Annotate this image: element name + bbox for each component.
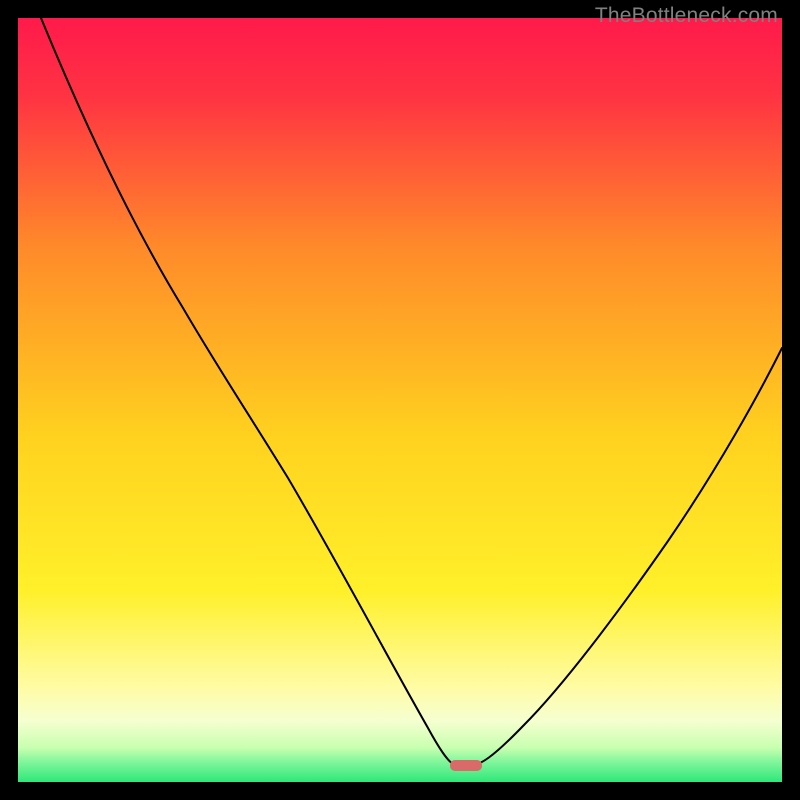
chart-frame [18,18,782,782]
gradient-background [18,18,782,782]
optimal-marker [450,760,482,771]
bottleneck-plot [18,18,782,782]
watermark-text: TheBottleneck.com [595,4,778,28]
